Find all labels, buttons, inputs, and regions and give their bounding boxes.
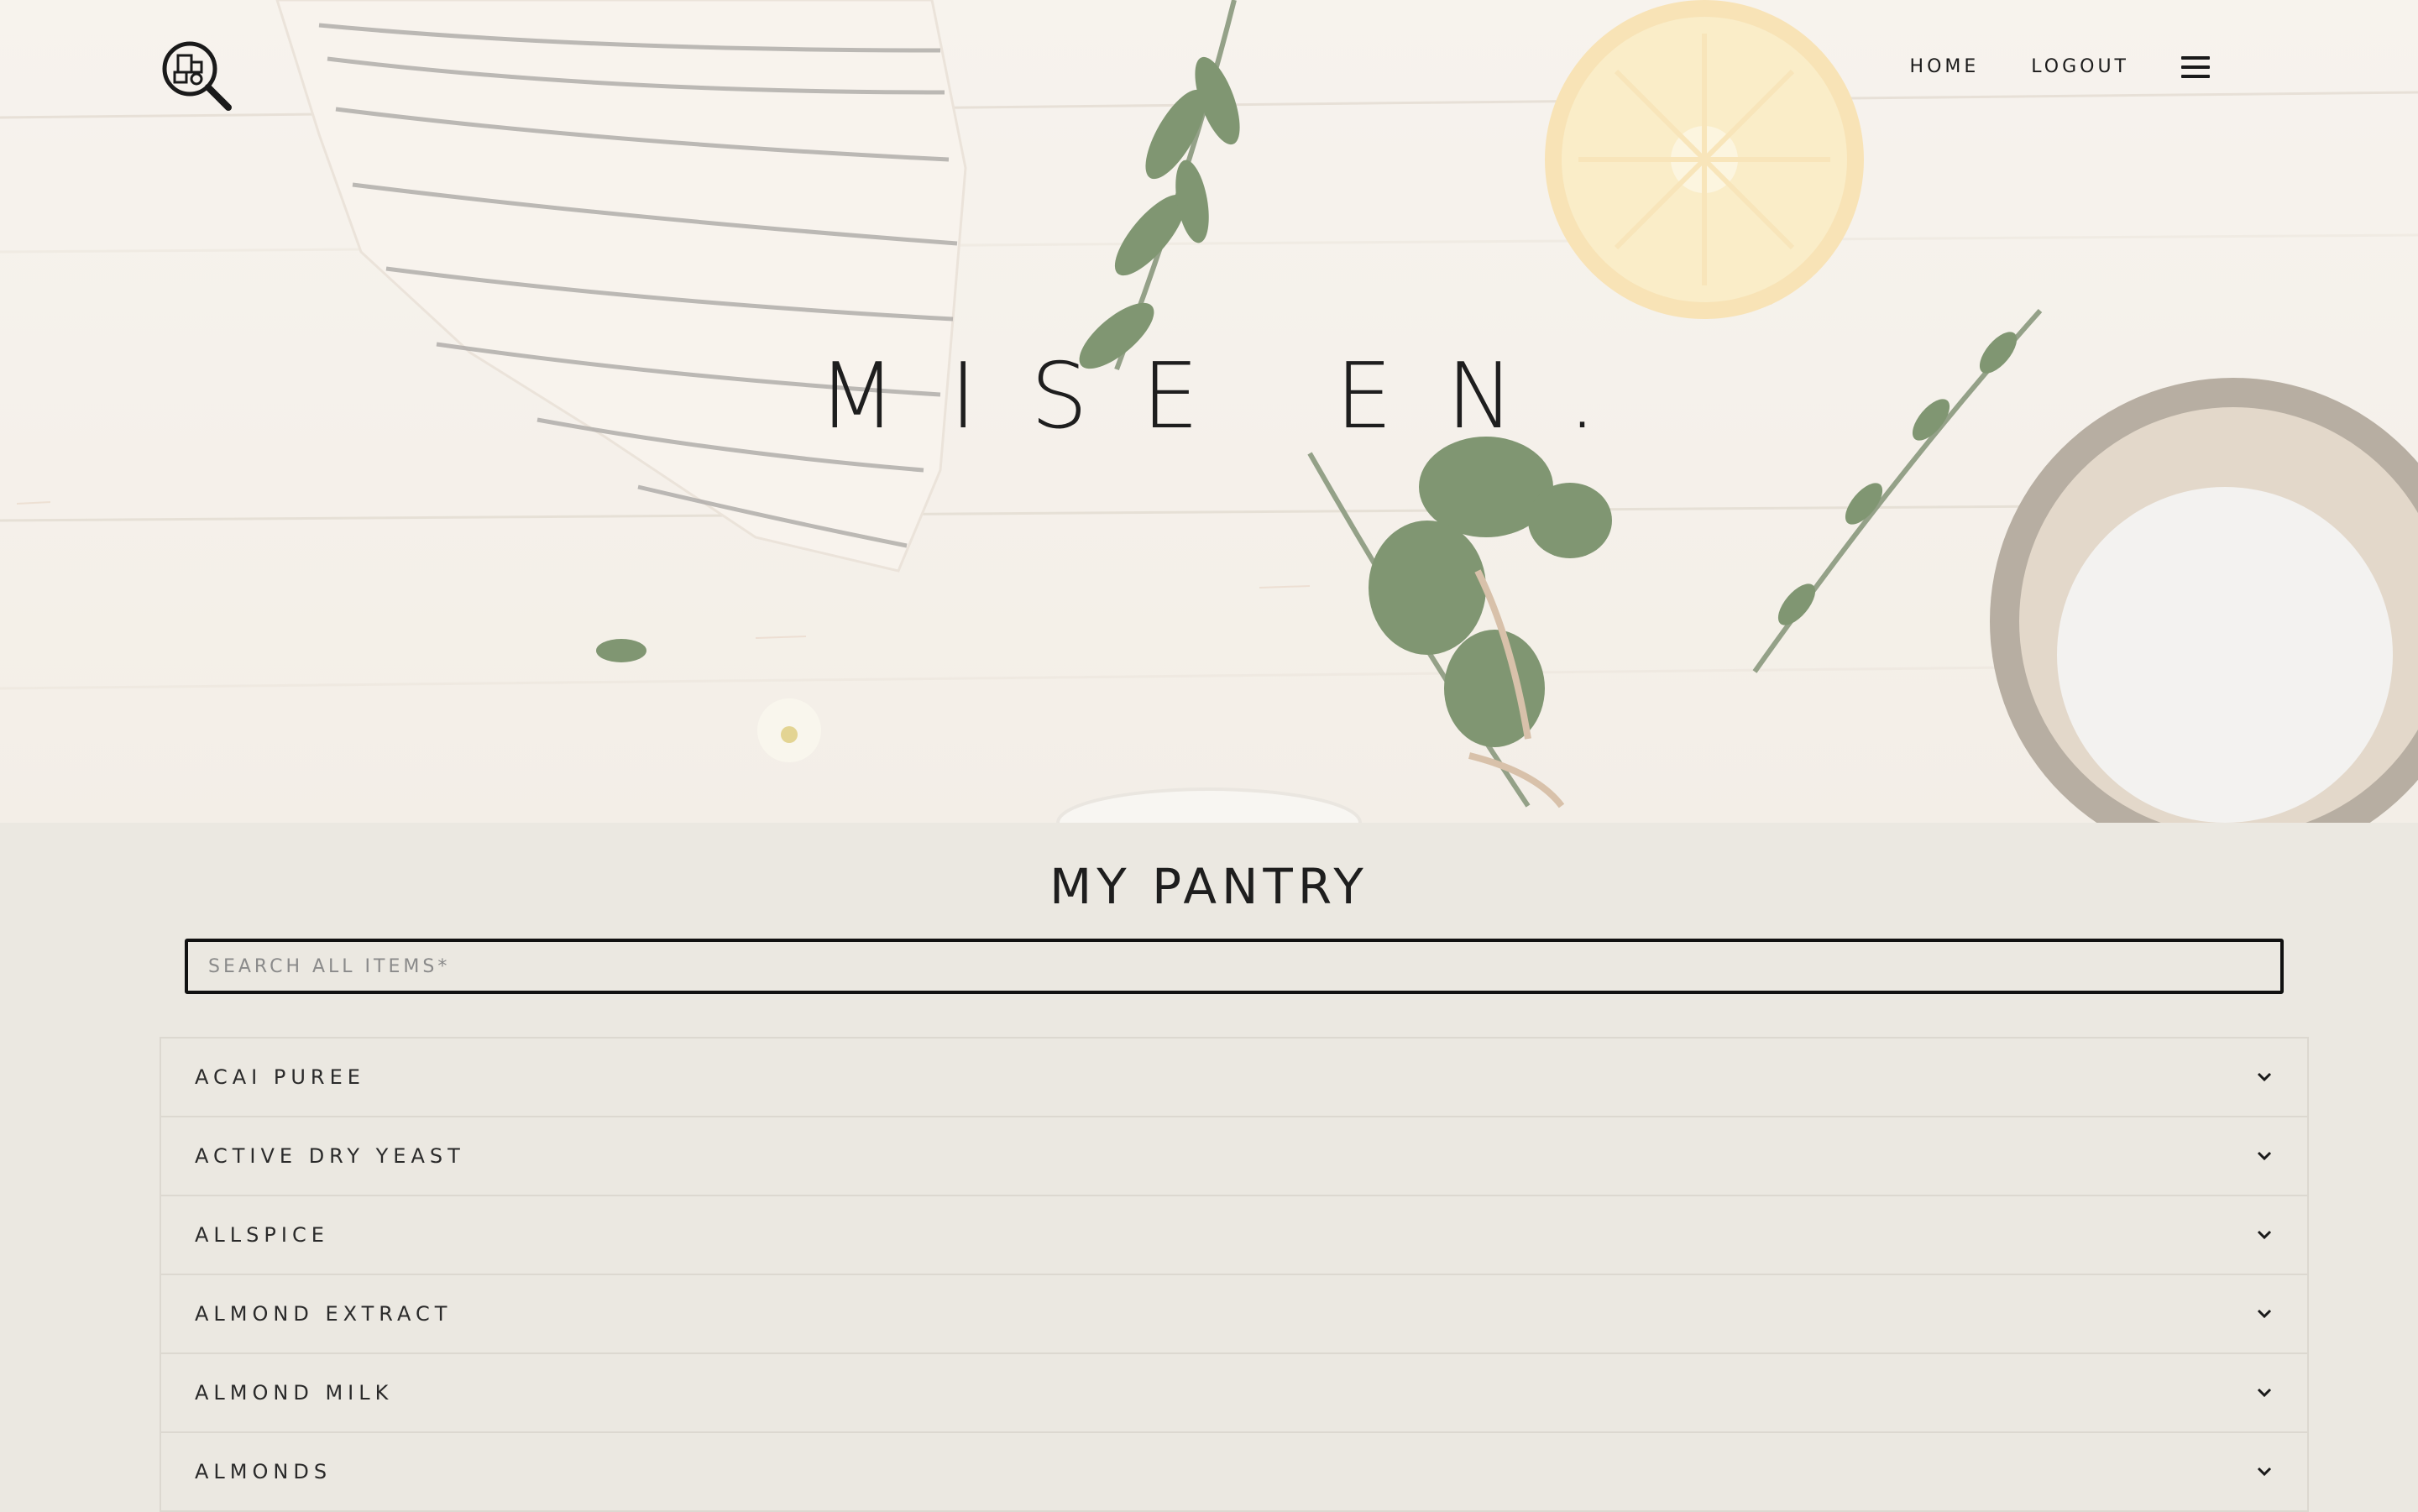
nav-home-link[interactable]: HOME <box>1910 52 1980 82</box>
pantry-search-logo-icon[interactable] <box>160 39 235 114</box>
pantry-section: MY PANTRY ACAI PUREE ACTIVE DRY YEAST AL… <box>0 823 2418 1512</box>
list-item[interactable]: ACAI PUREE <box>161 1039 2307 1117</box>
hero-title: MISE EN. <box>818 344 1651 449</box>
list-item[interactable]: ACTIVE DRY YEAST <box>161 1117 2307 1196</box>
chevron-down-icon[interactable] <box>2255 1462 2274 1481</box>
page-title: MY PANTRY <box>1049 858 1369 915</box>
chevron-down-icon[interactable] <box>2255 1384 2274 1402</box>
list-item-label: ALLSPICE <box>195 1223 329 1247</box>
list-item[interactable]: ALMONDS <box>161 1433 2307 1512</box>
list-item[interactable]: ALMOND MILK <box>161 1354 2307 1433</box>
list-item-label: ALMOND EXTRACT <box>195 1302 453 1326</box>
hero-banner: HOME LOGOUT MISE EN. <box>0 0 2418 823</box>
hamburger-menu-icon[interactable] <box>2181 52 2211 82</box>
list-item-label: ALMOND MILK <box>195 1381 394 1405</box>
chevron-down-icon[interactable] <box>2255 1226 2274 1244</box>
chevron-down-icon[interactable] <box>2255 1068 2274 1086</box>
chevron-down-icon[interactable] <box>2255 1305 2274 1323</box>
list-item-label: ALMONDS <box>195 1460 332 1483</box>
nav-logout-link[interactable]: LOGOUT <box>2031 52 2129 82</box>
list-item-label: ACTIVE DRY YEAST <box>195 1144 465 1168</box>
chevron-down-icon[interactable] <box>2255 1147 2274 1165</box>
search-input[interactable] <box>185 939 2284 994</box>
pantry-item-list: ACAI PUREE ACTIVE DRY YEAST ALLSPICE ALM… <box>160 1037 2309 1512</box>
top-navigation: HOME LOGOUT <box>1910 52 2211 82</box>
list-item-label: ACAI PUREE <box>195 1065 365 1089</box>
list-item[interactable]: ALMOND EXTRACT <box>161 1275 2307 1354</box>
list-item[interactable]: ALLSPICE <box>161 1196 2307 1275</box>
